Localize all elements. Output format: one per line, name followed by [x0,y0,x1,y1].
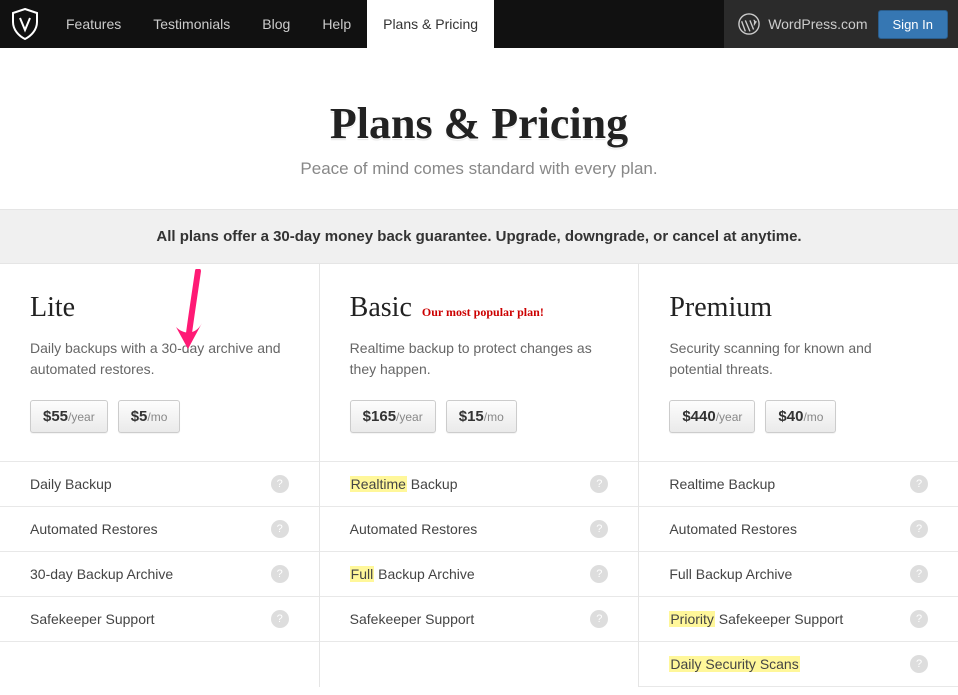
feature-text: Priority Safekeeper Support [669,611,843,627]
feature-row: Automated Restores? [320,506,639,551]
price-period: /mo [484,410,504,424]
help-icon[interactable]: ? [590,610,608,628]
plan-head: Lite Daily backups with a 30-day archive… [0,264,319,461]
price-period: /mo [147,410,167,424]
price-amount: $15 [459,408,484,425]
header-right: WordPress.com Sign In [724,0,958,48]
help-icon[interactable]: ? [910,610,928,628]
feature-row: Daily Backup? [0,461,319,506]
plan-desc: Realtime backup to protect changes as th… [350,338,609,382]
price-row: $440/year $40/mo [669,400,928,433]
wordpress-icon [738,13,760,35]
help-icon[interactable]: ? [910,655,928,673]
nav-blog[interactable]: Blog [246,0,306,48]
feature-text: Automated Restores [669,521,797,537]
nav-help[interactable]: Help [306,0,367,48]
feature-row: Realtime Backup? [320,461,639,506]
price-row: $165/year $15/mo [350,400,609,433]
price-amount: $5 [131,408,148,425]
plan-badge: Our most popular plan! [422,305,544,319]
price-amount: $55 [43,408,68,425]
feature-row: Full Backup Archive? [320,551,639,596]
help-icon[interactable]: ? [910,475,928,493]
price-month-button[interactable]: $40/mo [765,400,836,433]
plan-lite: Lite Daily backups with a 30-day archive… [0,264,320,687]
feature-text: Safekeeper Support [30,611,155,627]
nav-plans-pricing[interactable]: Plans & Pricing [367,0,494,48]
feature-text: Safekeeper Support [350,611,475,627]
feature-row: Realtime Backup? [639,461,958,506]
signin-button[interactable]: Sign In [878,10,948,39]
price-period: /year [68,410,95,424]
page-subtitle: Peace of mind comes standard with every … [0,159,958,179]
nav-features[interactable]: Features [50,0,137,48]
wordpress-label: WordPress.com [768,16,867,32]
help-icon[interactable]: ? [271,475,289,493]
price-year-button[interactable]: $55/year [30,400,108,433]
feature-text: Realtime Backup [350,476,458,492]
main-nav: Features Testimonials Blog Help Plans & … [50,0,494,48]
hero: Plans & Pricing Peace of mind comes stan… [0,48,958,209]
feature-row: Safekeeper Support? [320,596,639,642]
price-month-button[interactable]: $15/mo [446,400,517,433]
feature-text: 30-day Backup Archive [30,566,173,582]
price-amount: $40 [778,408,803,425]
help-icon[interactable]: ? [271,565,289,583]
nav-testimonials[interactable]: Testimonials [137,0,246,48]
feature-row: Daily Security Scans? [639,641,958,687]
feature-text: Daily Security Scans [669,656,799,672]
price-year-button[interactable]: $165/year [350,400,436,433]
plans-grid: Lite Daily backups with a 30-day archive… [0,264,958,687]
feature-text: Automated Restores [30,521,158,537]
feature-text: Daily Backup [30,476,112,492]
price-amount: $165 [363,408,396,425]
feature-row: Safekeeper Support? [0,596,319,642]
price-row: $55/year $5/mo [30,400,289,433]
header: Features Testimonials Blog Help Plans & … [0,0,958,48]
feature-text: Realtime Backup [669,476,775,492]
price-month-button[interactable]: $5/mo [118,400,181,433]
help-icon[interactable]: ? [271,610,289,628]
help-icon[interactable]: ? [910,520,928,538]
feature-row: 30-day Backup Archive? [0,551,319,596]
price-amount: $440 [682,408,715,425]
wordpress-link[interactable]: WordPress.com [738,13,867,35]
plan-title: Lite [30,292,289,324]
plan-head: Premium Security scanning for known and … [639,264,958,461]
help-icon[interactable]: ? [590,520,608,538]
price-period: /mo [803,410,823,424]
feature-text: Full Backup Archive [669,566,792,582]
plan-premium: Premium Security scanning for known and … [639,264,958,687]
plan-title: BasicOur most popular plan! [350,292,609,324]
price-period: /year [716,410,743,424]
help-icon[interactable]: ? [590,565,608,583]
price-year-button[interactable]: $440/year [669,400,755,433]
feature-row: Automated Restores? [0,506,319,551]
help-icon[interactable]: ? [910,565,928,583]
help-icon[interactable]: ? [590,475,608,493]
guarantee-banner: All plans offer a 30-day money back guar… [0,209,958,264]
feature-row: Full Backup Archive? [639,551,958,596]
plan-head: BasicOur most popular plan! Realtime bac… [320,264,639,461]
feature-row: Priority Safekeeper Support? [639,596,958,641]
feature-list: Daily Backup? Automated Restores? 30-day… [0,461,319,642]
price-period: /year [396,410,423,424]
plan-desc: Security scanning for known and potentia… [669,338,928,382]
feature-text: Full Backup Archive [350,566,475,582]
feature-list: Realtime Backup? Automated Restores? Ful… [639,461,958,687]
plan-basic: BasicOur most popular plan! Realtime bac… [320,264,640,687]
feature-list: Realtime Backup? Automated Restores? Ful… [320,461,639,642]
help-icon[interactable]: ? [271,520,289,538]
page-title: Plans & Pricing [0,98,958,149]
plan-desc: Daily backups with a 30-day archive and … [30,338,289,382]
plan-title: Premium [669,292,928,324]
feature-row: Automated Restores? [639,506,958,551]
feature-text: Automated Restores [350,521,478,537]
header-left: Features Testimonials Blog Help Plans & … [0,0,494,48]
logo-shield-icon[interactable] [0,0,50,48]
